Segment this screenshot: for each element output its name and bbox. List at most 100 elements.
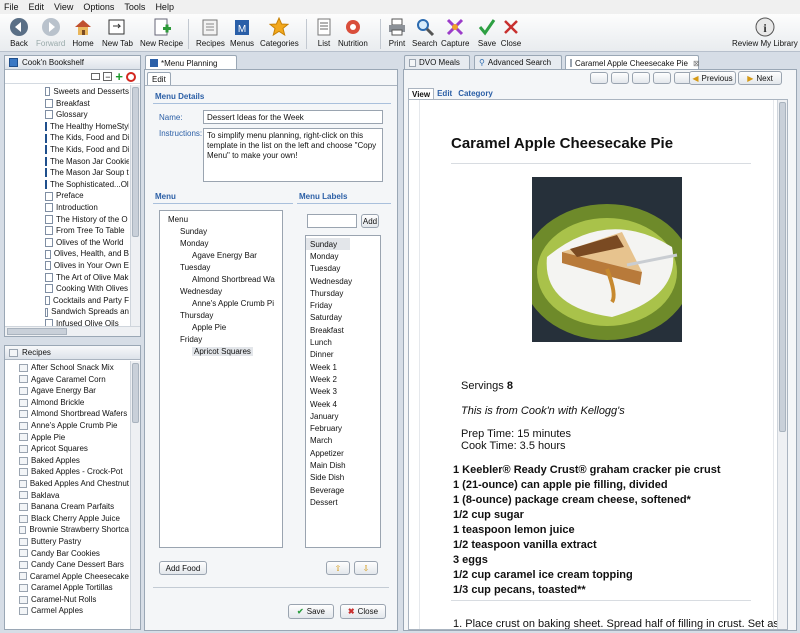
menu-tree-item[interactable]: Tuesday	[160, 261, 282, 273]
bookshelf-hscrollbar[interactable]	[5, 326, 140, 336]
menu-label-item[interactable]: Friday	[306, 299, 380, 311]
bookshelf-item[interactable]: Olives in Your Own E	[7, 260, 129, 272]
menu-label-item[interactable]: Breakfast	[306, 324, 380, 336]
menu-tree-item[interactable]: Sunday	[160, 225, 282, 237]
menus-button[interactable]: M Menus	[230, 16, 254, 48]
menu-label-item[interactable]: Monday	[306, 250, 380, 262]
instructions-field[interactable]: To simplify menu planning, right-click o…	[203, 128, 383, 182]
print-button[interactable]: Print	[386, 16, 408, 48]
bookshelf-item[interactable]: Sweets and Desserts	[7, 86, 129, 98]
recipe-list-item[interactable]: Baked Apples	[19, 455, 129, 467]
menu-label-item[interactable]: Week 4	[306, 398, 380, 410]
recipes-button[interactable]: Recipes	[196, 16, 225, 48]
menu-label-item[interactable]: Week 3	[306, 386, 380, 398]
bookshelf-item[interactable]: The Art of Olive Mak	[7, 272, 129, 284]
bookshelf-item[interactable]: From Tree To Table	[7, 225, 129, 237]
back-button[interactable]: Back	[8, 16, 30, 48]
recipe-list-item[interactable]: Carmel Apples	[19, 605, 129, 617]
menu-label-item[interactable]: Week 1	[306, 361, 380, 373]
add-icon[interactable]: +	[115, 70, 123, 83]
menu-view[interactable]: View	[54, 2, 73, 12]
menu-tree-item[interactable]: Friday	[160, 333, 282, 345]
bookshelf-item[interactable]: The Mason Jar Cookie C	[7, 156, 129, 168]
menu-tree-item[interactable]: Apple Pie	[160, 321, 282, 333]
recipe-list-item[interactable]: Apricot Squares	[19, 443, 129, 455]
recipe-list-item[interactable]: Agave Energy Bar	[19, 385, 129, 397]
menu-options[interactable]: Options	[83, 2, 114, 12]
recipe-list-item[interactable]: Caramel-Nut Rolls	[19, 594, 129, 606]
move-down-button[interactable]: ⇩	[354, 561, 378, 575]
menu-close-button[interactable]: ✖ Close	[340, 604, 386, 619]
tab-dvo-meals[interactable]: DVO Meals	[404, 55, 470, 69]
review-library-button[interactable]: i Review My Library	[732, 16, 798, 48]
menu-save-button[interactable]: ✔ Save	[288, 604, 334, 619]
next-button[interactable]: ▶ Next	[738, 71, 782, 85]
tab-caramel-apple-pie[interactable]: Caramel Apple Cheesecake Pie ⊠	[565, 55, 700, 70]
minus-icon[interactable]: −	[103, 72, 113, 81]
bookshelf-item[interactable]: Olives, Health, and B	[7, 248, 129, 260]
bookshelf-item[interactable]: Breakfast	[7, 98, 129, 110]
search-button[interactable]: Search	[412, 16, 437, 48]
bookshelf-item[interactable]: The Healthy HomeStyle	[7, 121, 129, 133]
format-button[interactable]	[611, 72, 629, 84]
bookshelf-item[interactable]: Introduction	[7, 202, 129, 214]
menu-label-item[interactable]: Dessert	[306, 496, 380, 508]
recipe-scrollbar[interactable]	[777, 100, 787, 629]
add-label-button[interactable]: Add	[361, 214, 379, 228]
menu-label-item[interactable]: Main Dish	[306, 459, 380, 471]
menu-tree-item[interactable]: Almond Shortbread Wa	[160, 273, 282, 285]
recipe-list-item[interactable]: Apple Pie	[19, 432, 129, 444]
recipe-list-item[interactable]: Black Cherry Apple Juice	[19, 513, 129, 525]
bookshelf-item[interactable]: Infused Olive Oils	[7, 318, 129, 326]
menu-tree-item[interactable]: Agave Energy Bar	[160, 249, 282, 261]
recipes-scrollbar[interactable]	[130, 361, 140, 629]
previous-button[interactable]: ◀ Previous	[689, 71, 736, 85]
move-up-button[interactable]: ⇧	[326, 561, 350, 575]
new-tab-button[interactable]: New Tab	[102, 16, 133, 48]
menu-label-item[interactable]: Tuesday	[306, 263, 380, 275]
label-input[interactable]	[307, 214, 357, 228]
menu-label-item[interactable]: Appetizer	[306, 447, 380, 459]
menu-name-field[interactable]: Dessert Ideas for the Week	[203, 110, 383, 124]
menu-label-item[interactable]: Beverage	[306, 484, 380, 496]
menu-label-item[interactable]: Side Dish	[306, 472, 380, 484]
format-button[interactable]	[590, 72, 608, 84]
menu-tools[interactable]: Tools	[124, 2, 145, 12]
menu-label-item[interactable]: February	[306, 422, 380, 434]
recipe-list-item[interactable]: Caramel Apple Cheesecake	[19, 571, 129, 583]
recipe-list-item[interactable]: Baked Apples And Chestnut	[19, 478, 129, 490]
forward-button[interactable]: Forward	[36, 16, 65, 48]
bookshelf-item[interactable]: Cocktails and Party F	[7, 295, 129, 307]
bookshelf-item[interactable]: Olives of the World	[7, 237, 129, 249]
menu-label-item[interactable]: Thursday	[306, 287, 380, 299]
bookshelf-item[interactable]: The Kids, Food and Diab	[7, 144, 129, 156]
recipe-list-item[interactable]: Almond Shortbread Wafers	[19, 408, 129, 420]
menu-label-item[interactable]: March	[306, 435, 380, 447]
nutrition-button[interactable]: Nutrition	[338, 16, 368, 48]
recipe-list-item[interactable]: Almond Brickle	[19, 397, 129, 409]
menu-edit[interactable]: Edit	[29, 2, 45, 12]
tab-edit[interactable]: Edit	[147, 72, 171, 85]
collapse-icon[interactable]	[91, 73, 101, 80]
menu-label-item[interactable]: Lunch	[306, 336, 380, 348]
bookshelf-item[interactable]: The Kids, Food and Diab	[7, 132, 129, 144]
menu-tree-item[interactable]: Anne's Apple Crumb Pi	[160, 297, 282, 309]
recipe-list-item[interactable]: Buttery Pastry	[19, 536, 129, 548]
menu-tree-item[interactable]: Apricot Squares	[160, 345, 282, 357]
bookshelf-item[interactable]: The Mason Jar Soup to N	[7, 167, 129, 179]
menu-label-item[interactable]: Dinner	[306, 349, 380, 361]
bookshelf-item[interactable]: Sandwich Spreads an	[7, 306, 129, 318]
menu-tree-item[interactable]: Wednesday	[160, 285, 282, 297]
menu-tree-item[interactable]: Thursday	[160, 309, 282, 321]
menu-label-item[interactable]: January	[306, 410, 380, 422]
list-button[interactable]: List	[313, 16, 335, 48]
recipe-list-item[interactable]: Candy Cane Dessert Bars	[19, 559, 129, 571]
recipe-list-item[interactable]: Banana Cream Parfaits	[19, 501, 129, 513]
recipe-list-item[interactable]: After School Snack Mix	[19, 362, 129, 374]
categories-button[interactable]: Categories	[260, 16, 299, 48]
recipe-list-item[interactable]: Baklava	[19, 490, 129, 502]
recipe-list-item[interactable]: Candy Bar Cookies	[19, 548, 129, 560]
menu-file[interactable]: File	[4, 2, 19, 12]
recipe-list-item[interactable]: Caramel Apple Tortillas	[19, 582, 129, 594]
menu-help[interactable]: Help	[155, 2, 174, 12]
